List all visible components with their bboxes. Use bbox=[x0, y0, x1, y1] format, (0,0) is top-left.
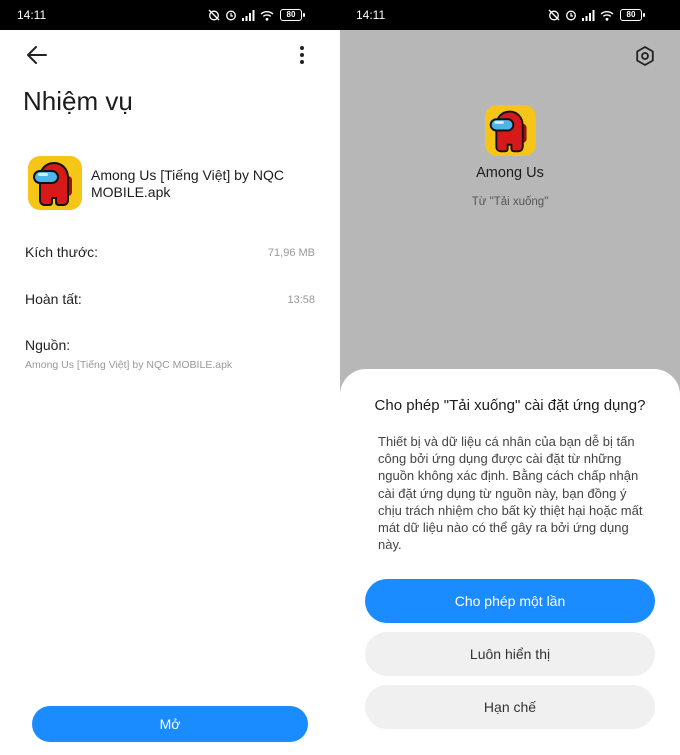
completed-label: Hoàn tất: bbox=[25, 291, 82, 307]
signal-icon bbox=[582, 9, 595, 21]
status-time: 14:11 bbox=[356, 8, 386, 22]
alarm-off-icon bbox=[548, 9, 560, 21]
size-label: Kích thước: bbox=[25, 244, 99, 260]
signal-icon bbox=[242, 9, 255, 21]
wifi-icon bbox=[600, 10, 614, 21]
dialog-message: Thiết bị và dữ liệu cá nhân của bạn dễ b… bbox=[378, 434, 643, 553]
battery-icon: 80 bbox=[280, 9, 305, 21]
size-value: 71,96 MB bbox=[267, 247, 315, 259]
completed-value: 13:58 bbox=[287, 294, 315, 306]
battery-icon: 80 bbox=[620, 9, 645, 21]
settings-hexagon-icon[interactable] bbox=[633, 44, 657, 68]
permission-dialog: Cho phép "Tải xuống" cài đặt ứng dụng? T… bbox=[340, 369, 680, 755]
allow-once-button[interactable]: Cho phép một lần bbox=[365, 579, 655, 623]
alarm-icon bbox=[566, 10, 576, 21]
app-name: Among Us bbox=[476, 165, 544, 181]
among-us-app-icon bbox=[485, 105, 536, 156]
always-show-button[interactable]: Luôn hiển thị bbox=[365, 632, 655, 676]
wifi-icon bbox=[260, 10, 274, 21]
page-title: Nhiệm vụ bbox=[23, 86, 133, 116]
back-arrow-icon[interactable] bbox=[22, 42, 52, 68]
task-details-screen: 14:11 80 Nhiệm vụ Among Us [Tiếng Việt] … bbox=[0, 0, 340, 755]
among-us-app-icon bbox=[28, 156, 82, 210]
status-bar: 14:11 80 bbox=[340, 0, 680, 30]
alarm-icon bbox=[226, 10, 236, 21]
open-button[interactable]: Mở bbox=[32, 706, 308, 742]
app-source: Từ "Tải xuống" bbox=[471, 196, 549, 208]
alarm-off-icon bbox=[208, 9, 220, 21]
source-value: Among Us [Tiếng Việt] by NQC MOBILE.apk bbox=[25, 359, 233, 371]
restrict-button[interactable]: Hạn chế bbox=[365, 685, 655, 729]
source-label: Nguồn: bbox=[25, 337, 71, 353]
status-bar: 14:11 80 bbox=[0, 0, 340, 30]
more-vertical-icon[interactable] bbox=[292, 44, 312, 66]
file-name: Among Us [Tiếng Việt] by NQC MOBILE.apk bbox=[91, 167, 284, 200]
dialog-title: Cho phép "Tải xuống" cài đặt ứng dụng? bbox=[374, 397, 646, 414]
status-time: 14:11 bbox=[17, 8, 47, 22]
install-permission-screen: 14:11 80 Among Us Từ "Tải xuống" Cho phé… bbox=[340, 0, 680, 755]
